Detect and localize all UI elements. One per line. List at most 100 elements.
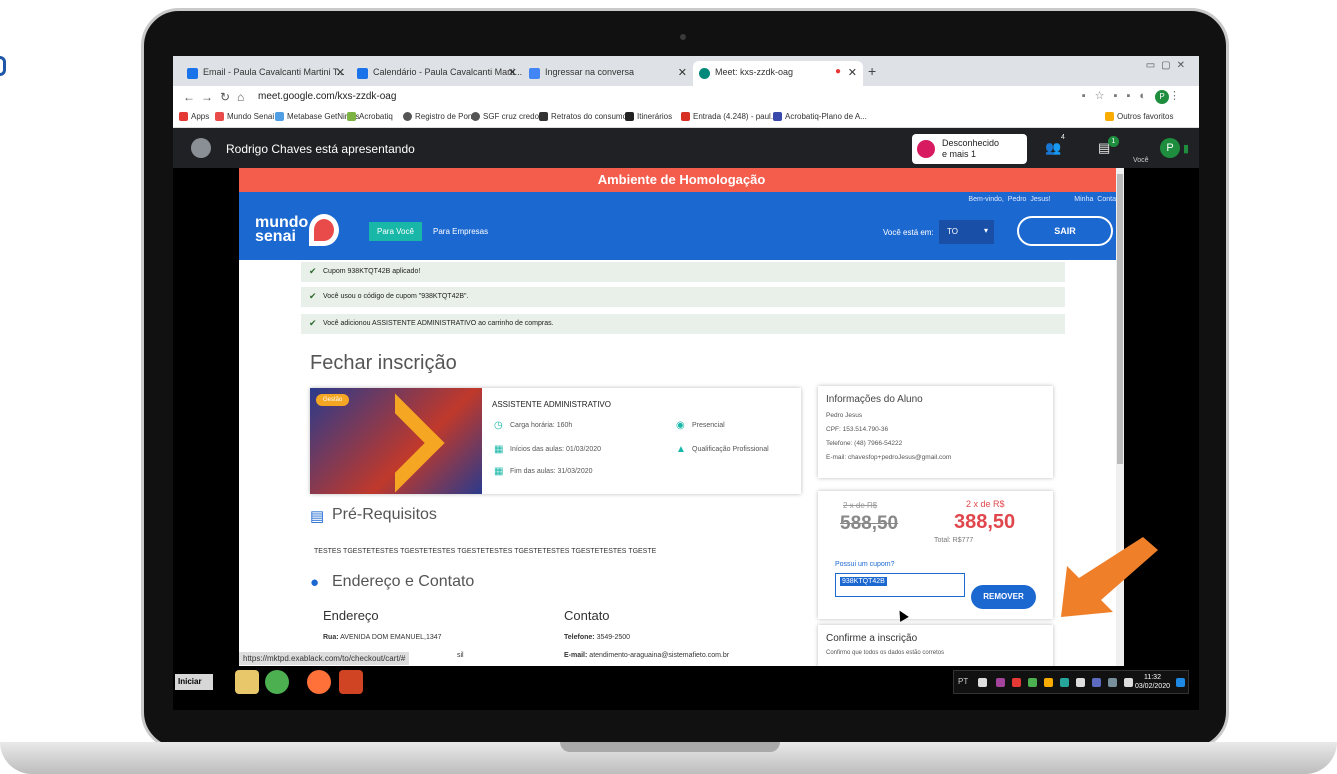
firefox-icon[interactable]	[307, 670, 331, 694]
window-controls[interactable]: ▭▢✕	[1146, 60, 1191, 71]
course-mode: ◉ Presencial	[676, 420, 725, 431]
email-line: E-mail: atendimento-araguaina@sistemafie…	[564, 652, 730, 659]
network-icon[interactable]	[1108, 678, 1117, 687]
site-logo[interactable]: mundo senai	[255, 215, 308, 245]
student-title: Informações do Aluno	[826, 394, 923, 405]
tray-icon[interactable]	[1028, 678, 1037, 687]
new-price: 388,50	[954, 511, 1016, 533]
tab-email[interactable]: Email - Paula Cavalcanti Martini T... ✕	[181, 61, 351, 86]
file-explorer-icon[interactable]	[235, 670, 259, 694]
camera	[680, 34, 686, 40]
account-link[interactable]: Minha Conta	[1074, 196, 1116, 203]
chevron-down-icon: ▾	[983, 226, 988, 235]
people-count: 4	[1061, 134, 1065, 141]
old-price-label: 2 x de R$	[843, 501, 878, 510]
close-icon[interactable]: ✕	[678, 66, 687, 79]
street-line: Rua: AVENIDA DOM EMANUEL,1347	[323, 634, 442, 641]
env-banner: Ambiente de Homologação	[239, 168, 1124, 192]
tray-icon[interactable]	[996, 678, 1005, 687]
volume-icon[interactable]	[1076, 678, 1085, 687]
bookmark-sgf[interactable]: SGF cruz credo	[471, 112, 539, 121]
powerpoint-icon[interactable]	[339, 670, 363, 694]
clock[interactable]: 11:32 03/02/2020	[1135, 673, 1170, 691]
check-icon: ✔	[309, 318, 317, 328]
course-end: ▦ Fim das aulas: 31/03/2020	[494, 466, 593, 477]
bookmark-retratos[interactable]: Retratos do consumo...	[539, 112, 634, 121]
annotation-arrow-icon	[1061, 537, 1158, 617]
site-header: Bem-vindo, Pedro Jesus! Minha Conta mund…	[239, 192, 1124, 260]
course-type: ▲ Qualificação Profissional	[676, 444, 769, 455]
logout-button[interactable]: SAIR	[1017, 216, 1113, 246]
address-partial: sil	[457, 652, 464, 659]
top-links: Bem-vindo, Pedro Jesus! Minha Conta	[968, 196, 1116, 203]
tab-meet[interactable]: Meet: kxs-zzdk-oag ● ✕	[693, 61, 863, 86]
people-icon[interactable]: 👥	[1045, 140, 1061, 156]
reload-icon[interactable]: ↻	[220, 90, 230, 104]
url-field[interactable]: meet.google.com/kxs-zzdk-oag	[258, 91, 396, 102]
bookmark-registro[interactable]: Registro de Ponto	[403, 112, 479, 121]
recording-icon: ●	[834, 66, 841, 77]
state-select[interactable]: TO ▾	[939, 220, 994, 244]
calendar-icon: ▦	[494, 444, 504, 455]
close-icon[interactable]: ✕	[336, 66, 345, 79]
success-message: ✔ Você adicionou ASSISTENTE ADMINISTRATIV…	[301, 314, 1065, 334]
show-desktop-icon[interactable]	[1176, 678, 1185, 687]
tab-calendar[interactable]: Calendário - Paula Cavalcanti Marti... ✕	[351, 61, 523, 86]
tray-icon[interactable]	[1060, 678, 1069, 687]
outlook-icon	[187, 68, 198, 79]
tray-icon[interactable]	[1092, 678, 1101, 687]
location-pin-icon: ●	[310, 574, 320, 591]
meet-icon	[699, 68, 710, 79]
check-icon: ✔	[309, 291, 317, 301]
profile-avatar[interactable]: P	[1155, 90, 1169, 104]
calendar-icon: ▦	[494, 466, 504, 477]
student-name: Pedro Jesus	[826, 412, 863, 419]
participant-text: Desconhecido e mais 1	[942, 138, 1000, 159]
tray-icon[interactable]	[1124, 678, 1133, 687]
bookmark-acrobatiq-plano[interactable]: Acrobatiq-Plano de A...	[773, 112, 867, 121]
back-icon[interactable]: ←	[183, 90, 195, 104]
chat-app-icon	[529, 68, 540, 79]
bookmark-apps[interactable]: Apps	[179, 112, 209, 121]
course-tag: Gestão	[316, 394, 350, 406]
graduation-cap-icon: ▲	[676, 444, 686, 455]
bookmark-mundo-senai[interactable]: Mundo Senai	[215, 112, 274, 121]
student-cpf: CPF: 153.514.790-36	[826, 426, 889, 433]
home-icon[interactable]: ⌂	[237, 90, 244, 104]
address-subheading: Endereço	[323, 608, 379, 623]
start-button[interactable]: Iniciar	[175, 674, 213, 690]
system-tray: PT 11:32 03/02/2020	[953, 670, 1189, 694]
course-image: Gestão	[310, 388, 482, 494]
language-indicator[interactable]: PT	[958, 677, 968, 686]
bookmarks-bar: Apps Mundo Senai Metabase GetNinjas Acro…	[173, 108, 1199, 128]
remove-coupon-button[interactable]: REMOVER	[971, 585, 1036, 609]
tray-icon[interactable]	[1044, 678, 1053, 687]
toolbar-icons[interactable]: ▪☆▪▪◐ P ⋮	[1082, 89, 1189, 104]
bookmark-acrobatiq[interactable]: Acrobatiq	[347, 112, 393, 121]
self-avatar[interactable]: P	[1160, 138, 1180, 158]
tray-icon[interactable]	[978, 678, 987, 687]
coupon-question: Possui um cupom?	[835, 561, 895, 568]
student-phone: Telefone: (48) 7966-54222	[826, 440, 903, 447]
chrome-icon[interactable]	[265, 670, 289, 694]
forward-icon[interactable]: →	[201, 90, 213, 104]
close-icon[interactable]: ✕	[508, 66, 517, 79]
bookmark-itinerarios[interactable]: Itinerários	[625, 112, 672, 121]
tray-icon[interactable]	[1012, 678, 1021, 687]
student-email: E-mail: chavesfop+pedroJesus@gmail.com	[826, 454, 952, 461]
nav-para-voce[interactable]: Para Você	[369, 222, 422, 241]
new-tab-button[interactable]: +	[868, 63, 876, 79]
status-url: https://mktpd.exablack.com/to/checkout/c…	[239, 652, 410, 665]
bookmark-entrada[interactable]: Entrada (4.248) - paul...	[681, 112, 778, 121]
nav-para-empresas[interactable]: Para Empresas	[425, 222, 496, 241]
tab-title: Email - Paula Cavalcanti Martini T...	[203, 67, 345, 77]
close-icon[interactable]: ✕	[848, 66, 857, 79]
contact-subheading: Contato	[564, 608, 610, 623]
participant-pill[interactable]: Desconhecido e mais 1	[912, 134, 1027, 164]
bookmark-outros[interactable]: Outros favoritos	[1105, 112, 1173, 121]
chat-badge: 1	[1108, 136, 1119, 147]
confirm-title: Confirme a inscrição	[826, 633, 918, 644]
coupon-input[interactable]: 938KTQT42B	[835, 573, 965, 597]
tab-conversation[interactable]: Ingressar na conversa ✕	[523, 61, 693, 86]
scroll-thumb[interactable]	[1117, 174, 1123, 464]
